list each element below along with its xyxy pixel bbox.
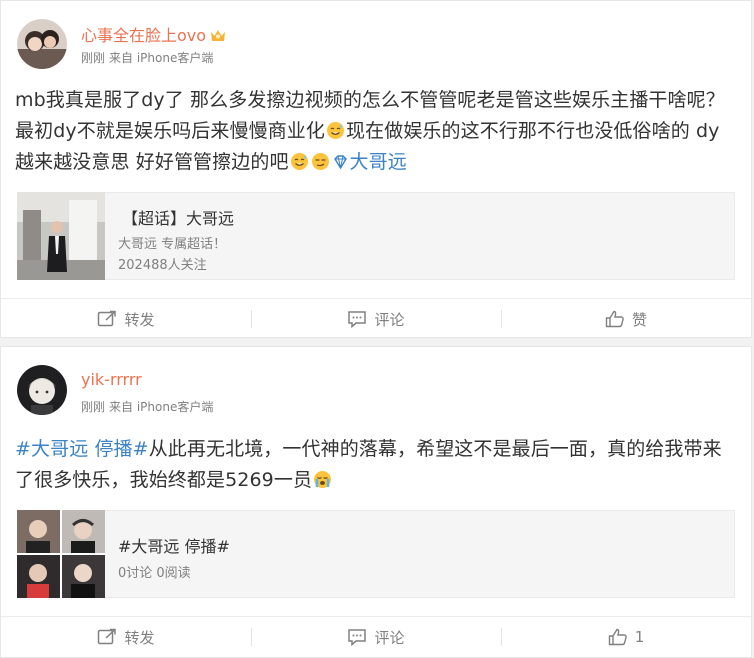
comment-icon bbox=[348, 311, 367, 328]
crying-emoji-icon bbox=[313, 468, 332, 488]
like-count: 1 bbox=[634, 628, 645, 646]
super-topic-desc: 大哥远 专属超话！ bbox=[118, 237, 227, 252]
post-text: mb我真是服了dy了 那么多发擦边视频的怎么不管管呢老是管这些娱乐主播干啥呢？最… bbox=[15, 89, 725, 173]
super-topic-title[interactable]: 【超话】大哥远 bbox=[122, 205, 234, 229]
avatar[interactable] bbox=[17, 19, 67, 69]
username[interactable]: yik-rrrrr bbox=[81, 370, 142, 389]
person-photo-icon bbox=[17, 192, 105, 280]
super-topic-card[interactable]: 【超话】大哥远 大哥远 专属超话！ 202488人关注 bbox=[17, 192, 735, 280]
comment-button[interactable]: 评论 bbox=[251, 299, 501, 339]
sweat-smile-emoji-icon bbox=[290, 150, 309, 170]
repost-icon bbox=[98, 628, 117, 645]
post-source[interactable]: 来自 iPhone客户端 bbox=[109, 400, 213, 414]
repost-button[interactable]: 转发 bbox=[1, 617, 251, 657]
action-bar: 转发 评论 1 bbox=[1, 616, 751, 657]
topic-thumbnail-grid bbox=[17, 510, 105, 598]
comment-icon bbox=[348, 629, 367, 646]
thumbs-up-icon bbox=[605, 310, 624, 328]
avatar[interactable] bbox=[17, 365, 67, 415]
super-topic-thumbnail bbox=[17, 192, 105, 280]
repost-icon bbox=[98, 310, 117, 327]
diamond-icon bbox=[332, 150, 349, 170]
topic-stats: 0讨论 0阅读 bbox=[118, 566, 191, 581]
photo-grid-icon bbox=[17, 510, 105, 598]
post-meta: 刚刚 来自 iPhone客户端 bbox=[81, 49, 217, 66]
action-bar: 转发 评论 赞 bbox=[1, 298, 751, 339]
super-topic-link[interactable]: 大哥远 bbox=[331, 151, 407, 173]
weibo-post-card: yik-rrrrr 刚刚 来自 iPhone客户端 #大哥远 停播#从此再无北境，… bbox=[0, 346, 752, 658]
vip-crown-icon bbox=[209, 27, 227, 47]
follower-count: 202488人关注 bbox=[118, 258, 207, 273]
post-text: #大哥远 停播#从此再无北境，一代神的落幕，希望这不是最后一面，真的给我带来了很… bbox=[15, 438, 722, 491]
post-time: 刚刚 bbox=[81, 51, 106, 65]
username[interactable]: 心事全在脸上ovo bbox=[81, 22, 227, 47]
post-meta: 刚刚 来自 iPhone客户端 bbox=[81, 398, 217, 415]
post-time: 刚刚 bbox=[81, 400, 106, 414]
repost-button[interactable]: 转发 bbox=[1, 299, 251, 339]
post-source[interactable]: 来自 iPhone客户端 bbox=[109, 51, 213, 65]
topic-card[interactable]: #大哥远 停播# 0讨论 0阅读 bbox=[17, 510, 735, 598]
like-button[interactable]: 赞 bbox=[501, 299, 751, 339]
like-button[interactable]: 1 bbox=[501, 617, 751, 657]
comment-button[interactable]: 评论 bbox=[251, 617, 501, 657]
weibo-post-card: 心事全在脸上ovo 刚刚 来自 iPhone客户端 mb我真是服了dy了 那么多发… bbox=[0, 0, 752, 338]
sweat-smile-emoji-icon bbox=[326, 119, 345, 139]
avatar-photo-icon bbox=[17, 365, 67, 415]
avatar-photo-icon bbox=[17, 19, 67, 69]
thumbs-up-icon bbox=[608, 628, 627, 646]
topic-title[interactable]: #大哥远 停播# bbox=[118, 533, 230, 557]
topic-link[interactable]: #大哥远 停播# bbox=[15, 438, 149, 460]
smirk-emoji-icon bbox=[311, 150, 330, 170]
